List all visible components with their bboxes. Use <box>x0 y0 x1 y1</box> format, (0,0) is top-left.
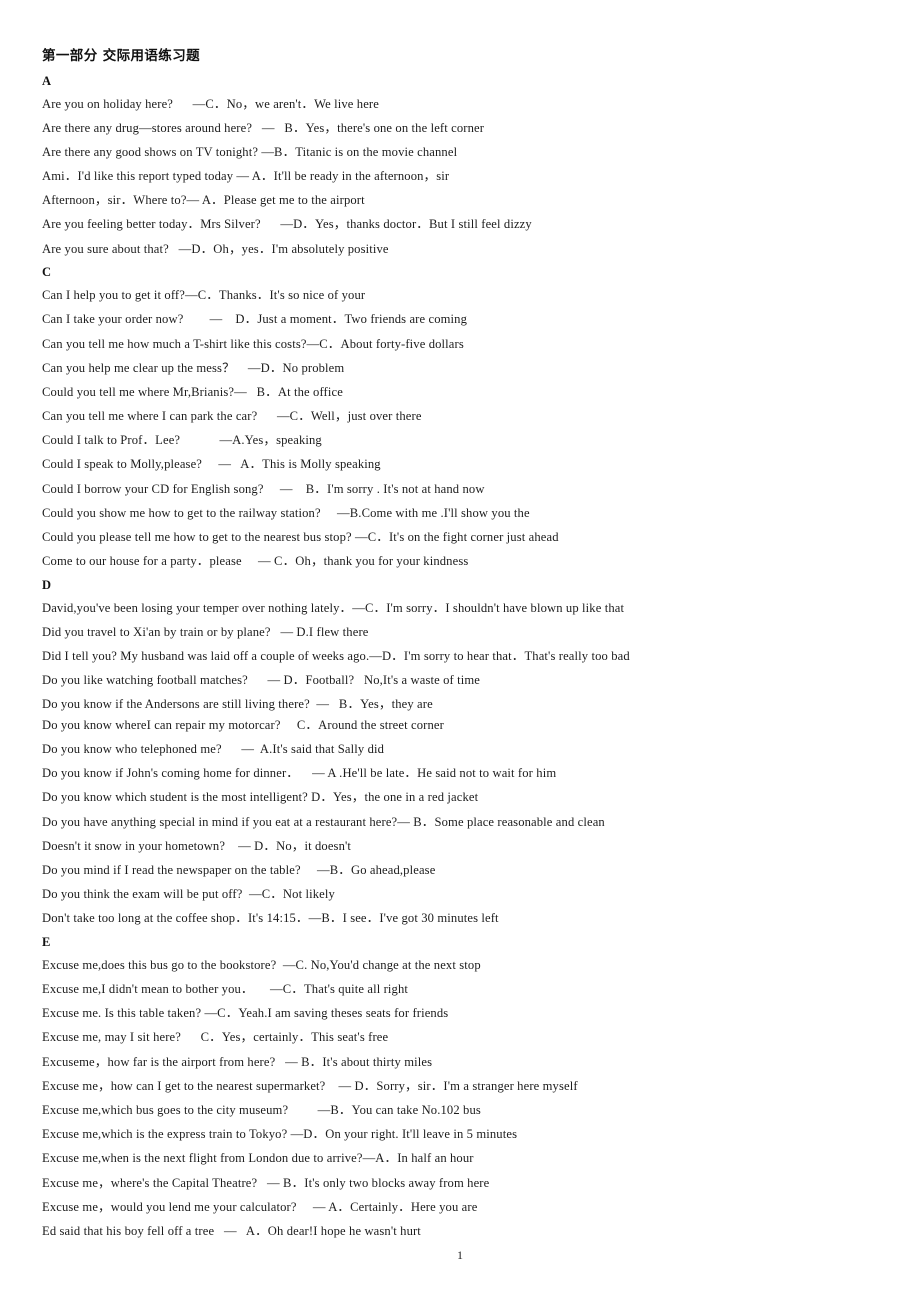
page-number: 1 <box>457 1248 463 1262</box>
qa-line: Don't take too long at the coffee shop．I… <box>42 911 499 926</box>
qa-line: Excuse me,I didn't mean to bother you． —… <box>42 982 409 997</box>
qa-line: Could you please tell me how to get to t… <box>42 530 559 544</box>
qa-line: Excuse me，would you lend me your calcula… <box>42 1199 478 1214</box>
qa-line: Can you tell me where I can park the car… <box>42 409 422 424</box>
section-heading-d: D <box>42 577 52 592</box>
qa-line: Are you feeling better today．Mrs Silver?… <box>42 217 532 232</box>
section-heading-e: E <box>42 934 51 949</box>
qa-line: Could you tell me where Mr,Brianis?— B．A… <box>42 384 343 399</box>
section-heading-a: A <box>42 73 52 88</box>
qa-line: Do you know which student is the most in… <box>42 790 479 805</box>
qa-line: Doesn't it snow in your hometown? — D．No… <box>42 838 352 853</box>
qa-line: Could I speak to Molly,please? — A．This … <box>42 457 381 472</box>
qa-line: Afternoon，sir．Where to?— A．Please get me… <box>42 193 365 208</box>
qa-line: Excuseme，how far is the airport from her… <box>42 1054 433 1069</box>
qa-line: Excuse me,when is the next flight from L… <box>42 1151 474 1166</box>
qa-line: Ami．I'd like this report typed today — A… <box>42 169 450 184</box>
qa-line: Did you travel to Xi'an by train or by p… <box>42 624 369 639</box>
qa-line: Could I borrow your CD for English song?… <box>42 481 485 496</box>
qa-line: Ed said that his boy fell off a tree — A… <box>42 1223 421 1238</box>
qa-line: Excuse me，where's the Capital Theatre? —… <box>42 1175 490 1190</box>
qa-line: Do you mind if I read the newspaper on t… <box>42 862 436 877</box>
qa-line: Are there any good shows on TV tonight? … <box>42 144 458 159</box>
qa-line: Are there any drug—stores around here? —… <box>42 120 485 135</box>
qa-line: Excuse me,which bus goes to the city mus… <box>42 1102 481 1117</box>
section-heading-c: C <box>42 265 52 280</box>
qa-line: Are you on holiday here? —C．No，we aren't… <box>42 96 379 111</box>
qa-line: Do you know if the Andersons are still l… <box>42 697 433 712</box>
qa-line: Excuse me,does this bus go to the bookst… <box>42 957 481 972</box>
qa-line: Excuse me,which is the express train to … <box>42 1127 518 1142</box>
qa-line: Can I take your order now? — D．Just a mo… <box>42 312 468 327</box>
qa-line: David,you've been losing your temper ove… <box>42 600 625 615</box>
qa-line: Excuse me, may I sit here? C．Yes，certain… <box>42 1030 389 1045</box>
qa-line: Do you know whereI can repair my motorca… <box>42 717 444 732</box>
document-page: 第一部分 交际用语练习题 A Are you on holiday here? … <box>0 0 920 1302</box>
qa-line: Can I help you to get it off?—C．Thanks．I… <box>42 288 366 303</box>
qa-line: Do you like watching football matches? —… <box>42 673 481 688</box>
qa-line: Could I talk to Prof．Lee? —A.Yes，speakin… <box>42 433 322 448</box>
document-body: 第一部分 交际用语练习题 A Are you on holiday here? … <box>42 48 894 1238</box>
qa-line: Can you tell me how much a T-shirt like … <box>42 336 464 351</box>
qa-line: Excuse me. Is this table taken? —C．Yeah.… <box>42 1006 449 1021</box>
qa-line: Excuse me，how can I get to the nearest s… <box>42 1078 578 1093</box>
qa-line: Do you think the exam will be put off? —… <box>42 887 335 902</box>
qa-line: Do you know if John's coming home for di… <box>42 766 557 781</box>
qa-line: Do you have anything special in mind if … <box>42 814 605 829</box>
page-title: 第一部分 交际用语练习题 <box>42 48 200 64</box>
qa-line: Do you know who telephoned me? — A.It's … <box>42 742 385 757</box>
qa-line: Are you sure about that? —D．Oh，yes．I'm a… <box>42 241 389 256</box>
qa-line: Could you show me how to get to the rail… <box>42 505 530 520</box>
qa-line: Did I tell you? My husband was laid off … <box>42 649 630 664</box>
qa-line: Can you help me clear up the mess？ —D．No… <box>42 360 345 375</box>
qa-line: Come to our house for a party．please — C… <box>42 554 469 569</box>
